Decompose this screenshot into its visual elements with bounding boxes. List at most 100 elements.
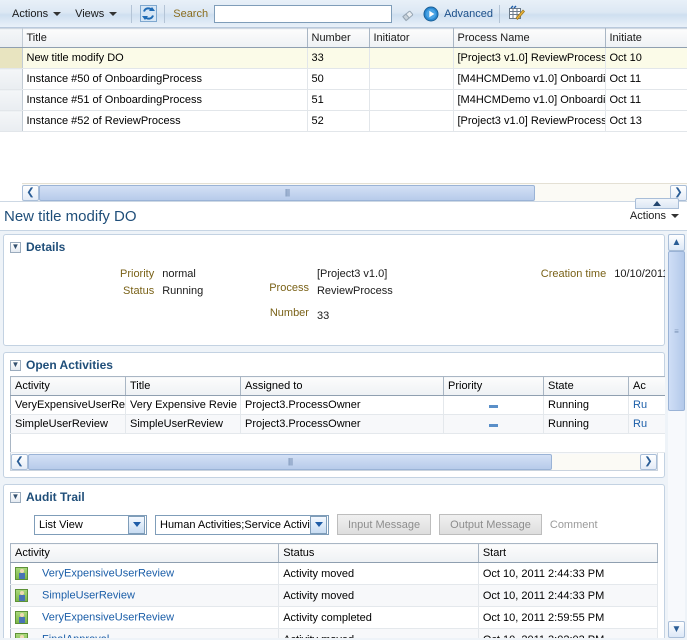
cell-action-link[interactable]: Ru [628, 395, 665, 415]
activity-link[interactable]: FinalApproval [42, 633, 109, 638]
table-row[interactable]: FinalApproval Activity moved Oct 10, 201… [10, 628, 659, 638]
number-value: 33 [316, 310, 330, 322]
details-section-header[interactable]: ▼ Details [10, 240, 658, 254]
scrollbar-track[interactable]: |||| [28, 453, 640, 470]
actions-menu-button[interactable]: Actions [6, 6, 69, 22]
column-header-priority[interactable]: Priority [443, 376, 544, 396]
cell-initiated: Oct 10 [605, 47, 687, 69]
table-row[interactable]: VeryExpensiveUserRe Very Expensive Revie… [10, 395, 665, 415]
column-header-initiator[interactable]: Initiator [369, 28, 454, 48]
detail-body: ▼ Details Priority Status normal Running [0, 230, 687, 640]
chevron-down-icon[interactable]: ▼ [10, 359, 21, 371]
go-play-icon[interactable] [421, 4, 441, 24]
triangle-up-icon [653, 201, 661, 206]
detail-actions-label: Actions [629, 210, 666, 222]
cell-status: Activity moved [278, 562, 479, 585]
cell-activity: VeryExpensiveUserReview [10, 606, 280, 629]
comment-label[interactable]: Comment [550, 519, 598, 531]
column-header-state[interactable]: State [543, 376, 629, 396]
toolbar-divider [499, 4, 501, 23]
scrollbar-thumb[interactable]: |||| [28, 453, 552, 470]
column-header-title[interactable]: Title [125, 376, 241, 396]
chevron-down-icon[interactable]: ▼ [10, 491, 21, 503]
open-activities-section-header[interactable]: ▼ Open Activities [10, 358, 658, 372]
scroll-up-icon[interactable]: ▲ [668, 234, 685, 251]
audit-trail-section-header[interactable]: ▼ Audit Trail [10, 490, 658, 504]
input-message-button[interactable]: Input Message [337, 514, 432, 535]
search-label: Search [173, 7, 209, 20]
open-activities-table: Activity Title Assigned to Priority Stat… [10, 376, 665, 453]
activity-link[interactable]: SimpleUserReview [42, 589, 135, 601]
table-row[interactable]: New title modify DO 33 [Project3 v1.0] R… [0, 47, 687, 69]
edit-grid-icon[interactable] [506, 4, 526, 24]
scrollbar-thumb[interactable]: ≡ [668, 251, 685, 411]
panel-splitter-collapse-button[interactable] [635, 198, 679, 209]
column-header-status[interactable]: Status [278, 543, 479, 563]
cell-start: Oct 10, 2011 2:59:55 PM [478, 606, 659, 629]
audit-trail-section: ▼ Audit Trail List View Human Activities… [3, 484, 665, 638]
scrollbar-thumb[interactable]: |||| [39, 184, 535, 201]
priority-label: Priority [120, 268, 155, 280]
scroll-left-icon[interactable]: ❮ [22, 184, 39, 201]
activity-link[interactable]: VeryExpensiveUserReview [42, 611, 174, 623]
cell-initiated: Oct 11 [605, 89, 687, 111]
table-empty-filler-row [10, 433, 665, 453]
column-header-number[interactable]: Number [307, 28, 370, 48]
cell-number: 52 [307, 110, 370, 132]
table-row[interactable]: SimpleUserReview Activity moved Oct 10, … [10, 584, 659, 607]
actions-menu-label: Actions [12, 7, 49, 20]
open-activities-horizontal-scrollbar[interactable]: ❮ |||| ❯ [10, 453, 658, 471]
cell-action-link[interactable]: Ru [628, 414, 665, 434]
cell-process-name: [M4HCMDemo v1.0] Onboarding [453, 89, 606, 111]
scrollbar-track[interactable]: |||| [39, 184, 670, 201]
cell-initiator [369, 68, 454, 90]
chevron-down-icon[interactable] [310, 515, 327, 534]
cell-title: Instance #52 of ReviewProcess [22, 110, 308, 132]
details-labels: Creation time [541, 266, 606, 325]
instance-list-horizontal-scrollbar[interactable]: ❮ |||| ❯ [22, 183, 687, 201]
chevron-down-icon[interactable] [128, 515, 145, 534]
column-header-process-name[interactable]: Process Name [453, 28, 606, 48]
refresh-icon[interactable] [138, 4, 158, 24]
column-header-assigned-to[interactable]: Assigned to [240, 376, 444, 396]
chevron-down-icon[interactable]: ▼ [10, 241, 21, 253]
activity-link[interactable]: VeryExpensiveUserReview [42, 567, 174, 579]
cell-number: 51 [307, 89, 370, 111]
status-label: Status [123, 285, 155, 297]
cell-process-name: [Project3 v1.0] ReviewProcess [453, 47, 606, 69]
column-header-action[interactable]: Ac [628, 376, 665, 396]
column-header-activity[interactable]: Activity [10, 543, 280, 563]
table-row[interactable]: Instance #52 of ReviewProcess 52 [Projec… [0, 110, 687, 132]
advanced-link[interactable]: Advanced [444, 8, 493, 20]
table-row[interactable]: Instance #51 of OnboardingProcess 51 [M4… [0, 89, 687, 111]
scroll-left-icon[interactable]: ❮ [11, 453, 28, 470]
cell-activity: SimpleUserReview [10, 584, 280, 607]
search-input[interactable] [214, 4, 393, 23]
view-mode-select[interactable]: List View [34, 514, 147, 535]
output-message-button[interactable]: Output Message [439, 514, 542, 535]
column-header-start[interactable]: Start [478, 543, 659, 563]
table-row[interactable]: SimpleUserReview SimpleUserReview Projec… [10, 414, 665, 434]
row-gutter [0, 110, 23, 132]
scroll-right-icon[interactable]: ❯ [640, 453, 657, 470]
cell-title: SimpleUserReview [125, 414, 241, 434]
open-activities-section-title: Open Activities [26, 358, 113, 372]
scroll-down-icon[interactable]: ▼ [668, 621, 685, 638]
user-activity-icon [15, 633, 28, 638]
cell-state: Running [543, 414, 629, 434]
activity-filter-select[interactable]: Human Activities;Service Activiti [155, 514, 329, 535]
table-row[interactable]: VeryExpensiveUserReview Activity complet… [10, 606, 659, 629]
eraser-icon[interactable] [398, 4, 418, 24]
table-row[interactable]: Instance #50 of OnboardingProcess 50 [M4… [0, 68, 687, 90]
scrollbar-track[interactable]: ≡ [668, 251, 685, 621]
column-header-activity[interactable]: Activity [10, 376, 126, 396]
cell-assigned-to: Project3.ProcessOwner [240, 414, 444, 434]
column-header-title[interactable]: Title [22, 28, 308, 48]
detail-vertical-scrollbar[interactable]: ▲ ≡ ▼ [668, 234, 685, 638]
instance-list-table: Title Number Initiator Process Name Init… [0, 28, 687, 132]
detail-actions-menu-button[interactable]: Actions [630, 210, 679, 222]
cell-number: 33 [307, 47, 370, 69]
column-header-initiated[interactable]: Initiate [605, 28, 687, 48]
table-row[interactable]: VeryExpensiveUserReview Activity moved O… [10, 562, 659, 585]
views-menu-button[interactable]: Views [69, 6, 125, 22]
